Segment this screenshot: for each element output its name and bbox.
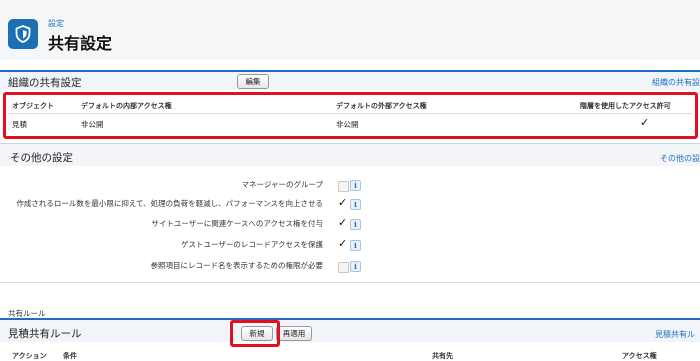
quote-sharing-rules-help-link[interactable]: 見積共有ル (655, 329, 695, 340)
section-divider (0, 282, 700, 283)
highlight-box-new-button (230, 320, 280, 347)
org-sharing-title: 組織の共有設定 (8, 77, 82, 89)
other-settings-header (0, 144, 700, 166)
setting-label-minimize-roles: 作成されるロール数を最小限に抑えて、処理の負荷を軽減し、パフォーマンスを向上させ… (16, 199, 323, 208)
setting-checkmark-minimize-roles: ✓ (338, 196, 348, 209)
column-header-access: アクセス権 (622, 352, 657, 360)
page-title: 共有設定 (48, 34, 113, 53)
shield-icon (8, 19, 38, 49)
setting-label-guest-user-access: ゲストユーザーのレコードアクセスを保護 (181, 240, 323, 249)
reapply-button[interactable]: 再適用 (276, 326, 312, 341)
quote-sharing-rules-title: 見積共有ルール (8, 328, 82, 340)
other-settings-title: その他の設定 (10, 152, 73, 164)
info-icon[interactable]: i (350, 240, 361, 251)
info-icon[interactable]: i (350, 180, 361, 191)
setting-checkbox-lookup-record-names[interactable] (338, 262, 349, 273)
setting-label-manager-groups: マネージャーのグループ (241, 180, 323, 189)
info-icon[interactable]: i (350, 261, 361, 272)
column-header-criteria: 条件 (63, 352, 77, 360)
edit-button[interactable]: 編集 (237, 74, 269, 89)
org-sharing-header (0, 72, 700, 90)
column-header-shared-with: 共有先 (432, 352, 453, 360)
setting-checkbox-manager-groups[interactable] (338, 181, 349, 192)
other-settings-help-link[interactable]: その他の設 (660, 153, 700, 164)
breadcrumb[interactable]: 設定 (48, 18, 64, 29)
setting-label-site-user-cases: サイトユーザーに関連ケースへのアクセス権を付与 (151, 219, 323, 228)
setting-checkmark-site-user-cases: ✓ (338, 216, 348, 229)
quote-sharing-rules-header (0, 320, 700, 342)
setting-checkmark-guest-user-access: ✓ (338, 237, 348, 250)
info-icon[interactable]: i (350, 219, 361, 230)
org-sharing-help-link[interactable]: 組織の共有設 (652, 77, 700, 88)
info-icon[interactable]: i (350, 199, 361, 210)
column-header-action: アクション (12, 352, 47, 360)
highlight-box-org-table (3, 92, 698, 139)
setting-label-lookup-record-names: 参照項目にレコード名を表示するための権限が必要 (150, 261, 324, 270)
